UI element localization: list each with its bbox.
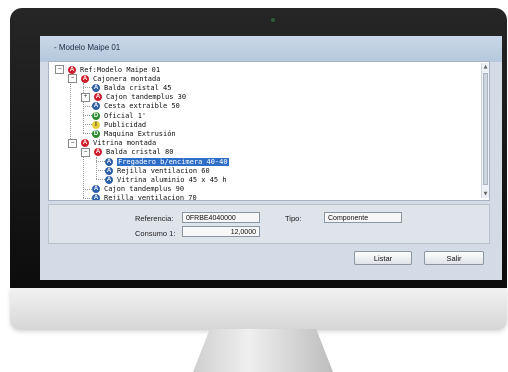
tree-connector-line bbox=[83, 188, 92, 190]
tree-node-label: Ref:Modelo Maipe 01 bbox=[80, 65, 161, 74]
node-type-badge-icon: A bbox=[81, 139, 89, 148]
tree-node-label: Cajon tandemplus 30 bbox=[106, 93, 187, 102]
tree-node-label: Balda cristal 45 bbox=[104, 83, 172, 92]
title-bar: - Modelo Maipe 01 bbox=[40, 36, 502, 62]
consumo-label: Consumo 1: bbox=[135, 229, 176, 238]
node-type-badge-icon: A bbox=[105, 157, 113, 166]
tree-node[interactable]: A Rejilla ventilacion 70 bbox=[92, 194, 197, 201]
node-type-badge-icon: A bbox=[105, 166, 113, 175]
tree-node[interactable]: A Cajon tandemplus 90 bbox=[92, 185, 184, 194]
tree-node-label: Vitrina montada bbox=[93, 139, 157, 148]
tree-connector-line bbox=[96, 156, 97, 180]
salir-button[interactable]: Salir bbox=[424, 251, 484, 265]
tree-node[interactable]: I Publicidad bbox=[92, 120, 146, 129]
node-type-badge-icon: A bbox=[92, 194, 100, 201]
tree-connector-line bbox=[83, 124, 92, 126]
node-type-badge-icon: A bbox=[68, 65, 76, 74]
node-type-badge-icon: A bbox=[92, 185, 100, 194]
tree-node-label: Balda cristal 80 bbox=[106, 148, 174, 157]
tree-node[interactable]: D Oficial 1' bbox=[92, 111, 146, 120]
tree-connector-line bbox=[83, 115, 92, 116]
tree-node-label: Maquina Extrusión bbox=[104, 129, 176, 138]
tree-node[interactable]: A Vitrina aluminio 45 x 45 h bbox=[105, 175, 227, 184]
referencia-label: Referencia: bbox=[135, 214, 174, 223]
window-title: - Modelo Maipe 01 bbox=[54, 43, 121, 52]
tree-node-label: Cajon tandemplus 90 bbox=[104, 185, 185, 194]
consumo-field[interactable]: 12,0000 bbox=[182, 226, 260, 237]
node-type-badge-icon: A bbox=[92, 102, 100, 111]
tree-node-label: Fregadero b/encimera 40-40 bbox=[117, 157, 229, 166]
node-type-badge-icon: D bbox=[92, 129, 100, 138]
tree-connector-line bbox=[83, 197, 92, 199]
collapse-toggle-icon[interactable]: − bbox=[55, 65, 64, 74]
tree-node-label: Oficial 1' bbox=[104, 111, 147, 120]
camera-dot bbox=[271, 18, 275, 22]
referencia-field[interactable]: 0FRBE4040000 bbox=[182, 212, 260, 223]
tree-connector-line bbox=[96, 170, 105, 172]
tree-connector-line bbox=[83, 87, 92, 89]
collapse-toggle-icon[interactable]: − bbox=[68, 138, 77, 148]
tree-node[interactable]: A Balda cristal 45 bbox=[92, 83, 171, 92]
vertical-scrollbar[interactable]: ▲ ▼ bbox=[481, 63, 489, 198]
collapse-toggle-icon[interactable]: − bbox=[81, 147, 90, 157]
tree-node[interactable]: − A Balda cristal 80 bbox=[81, 147, 174, 157]
listar-button[interactable]: Listar bbox=[354, 251, 412, 265]
tree-connector-line bbox=[96, 179, 105, 181]
tree-node[interactable]: − A Ref:Modelo Maipe 01 bbox=[55, 65, 160, 74]
tree-connector-line bbox=[83, 105, 92, 107]
tree-node-label: Rejilla ventilacion 70 bbox=[104, 194, 197, 201]
tipo-label: Tipo: bbox=[285, 214, 302, 223]
tree-connector-line bbox=[96, 161, 105, 162]
tree-node[interactable]: D Maquina Extrusión bbox=[92, 129, 176, 138]
node-type-badge-icon: I bbox=[92, 120, 100, 129]
scroll-up-icon[interactable]: ▲ bbox=[482, 63, 489, 71]
details-panel: Referencia: 0FRBE4040000 Tipo: Component… bbox=[48, 204, 490, 244]
tree-node[interactable]: − A Vitrina montada bbox=[68, 138, 157, 148]
tree-node-label: Publicidad bbox=[104, 120, 147, 129]
tree-node[interactable]: A Rejilla ventilacion 60 bbox=[105, 166, 210, 175]
tree-connector-line bbox=[70, 74, 71, 143]
tree-node-label: Vitrina aluminio 45 x 45 h bbox=[117, 175, 227, 184]
monitor-stand bbox=[193, 329, 333, 372]
tree-node[interactable]: A Cesta extraible 50 bbox=[92, 102, 180, 111]
tree-connector-line bbox=[83, 133, 92, 135]
scrollbar-thumb[interactable] bbox=[483, 73, 488, 185]
tree-node[interactable]: + A Cajon tandemplus 30 bbox=[81, 92, 187, 102]
monitor-bezel: - Modelo Maipe 01 ▲ ▼ − A Ref:Modelo Maipe… bbox=[10, 8, 507, 293]
tree-node[interactable]: − A Cajonera montada bbox=[68, 74, 161, 84]
screen: - Modelo Maipe 01 ▲ ▼ − A Ref:Modelo Maipe… bbox=[40, 36, 502, 280]
collapse-toggle-icon[interactable]: − bbox=[68, 74, 77, 84]
expand-toggle-icon[interactable]: + bbox=[81, 92, 90, 102]
node-type-badge-icon: A bbox=[92, 83, 100, 92]
node-type-badge-icon: D bbox=[92, 111, 100, 120]
app-window: - Modelo Maipe 01 ▲ ▼ − A Ref:Modelo Maipe… bbox=[40, 36, 502, 280]
tree-view[interactable]: ▲ ▼ − A Ref:Modelo Maipe 01− A Cajonera mont… bbox=[48, 61, 490, 201]
node-type-badge-icon: A bbox=[105, 175, 113, 184]
node-type-badge-icon: A bbox=[94, 93, 102, 102]
tree-node-label: Rejilla ventilacion 60 bbox=[117, 166, 210, 175]
tipo-field[interactable]: Componente bbox=[324, 212, 402, 223]
tree-node[interactable]: A Fregadero b/encimera 40-40 bbox=[105, 157, 229, 166]
scroll-down-icon[interactable]: ▼ bbox=[482, 190, 489, 198]
tree-node-label: Cesta extraible 50 bbox=[104, 102, 180, 111]
tree-node-label: Cajonera montada bbox=[93, 74, 161, 83]
monitor-chin bbox=[10, 288, 507, 330]
tree-connector-line bbox=[83, 83, 84, 134]
node-type-badge-icon: A bbox=[81, 74, 89, 83]
node-type-badge-icon: A bbox=[94, 148, 102, 157]
